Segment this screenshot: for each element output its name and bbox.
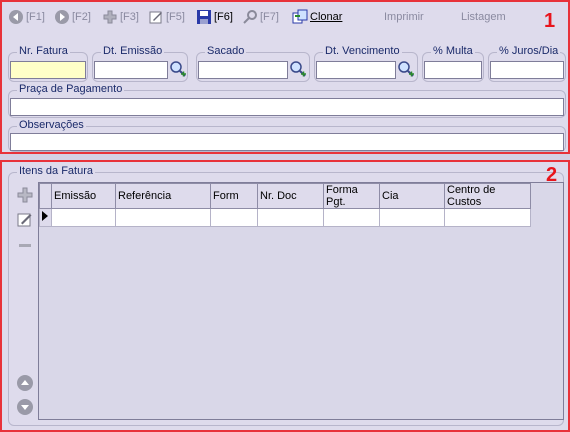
table-cell[interactable]: [51, 208, 116, 227]
praca-input[interactable]: [10, 98, 564, 116]
column-header-cia[interactable]: Cia: [379, 183, 445, 209]
table-cell[interactable]: [444, 208, 531, 227]
forward-arrow-icon: [55, 10, 69, 24]
nr-fatura-input[interactable]: [10, 61, 86, 79]
save-button-label: [F6]: [214, 11, 233, 23]
items-title: Itens da Fatura: [17, 165, 95, 177]
key-search-icon: [243, 10, 257, 24]
multa-label: % Multa: [431, 45, 475, 57]
dt-emissao-label: Dt. Emissão: [101, 45, 165, 57]
dt-emissao-input[interactable]: [94, 61, 168, 79]
forward-button-label: [F2]: [72, 11, 91, 23]
search-button-label: [F7]: [260, 11, 279, 23]
column-header-forma-pgt[interactable]: Forma Pgt.: [323, 183, 380, 209]
move-down-arrow-down-icon[interactable]: [16, 398, 34, 416]
dt-vencimento-input[interactable]: [316, 61, 396, 79]
add-button-label: [F3]: [120, 11, 139, 23]
multa-input[interactable]: [424, 61, 482, 79]
column-header-centro-custos[interactable]: Centro de Custos: [444, 183, 531, 209]
forward-button[interactable]: [F2]: [54, 8, 91, 26]
sacado-input[interactable]: [198, 61, 288, 79]
current-row-indicator: [39, 208, 52, 227]
print-button[interactable]: Imprimir: [384, 8, 424, 26]
print-button-label: Imprimir: [384, 11, 424, 23]
column-header-nr-doc[interactable]: Nr. Doc: [257, 183, 324, 209]
clone-icon: [292, 9, 308, 24]
list-button-label: Listagem: [461, 11, 506, 23]
table-cell[interactable]: [379, 208, 445, 227]
praca-label: Praça de Pagamento: [17, 83, 125, 95]
list-button[interactable]: Listagem: [461, 8, 506, 26]
table-cell[interactable]: [323, 208, 380, 227]
section-marker-1: 1: [544, 10, 556, 32]
nr-fatura-label: Nr. Fatura: [17, 45, 70, 57]
remove-item-minus-icon[interactable]: [16, 236, 34, 254]
table-cell[interactable]: [210, 208, 258, 227]
back-button-label: [F1]: [26, 11, 45, 23]
row-pointer-icon: [42, 211, 48, 221]
add-button[interactable]: [F3]: [102, 8, 139, 26]
items-grid[interactable]: Emissão Referência Form Nr. Doc Forma Pg…: [38, 182, 564, 420]
invoice-items-panel: Itens da Fatura 2 Emissão Referência For…: [0, 160, 570, 432]
row-indicator-header: [39, 183, 52, 209]
back-button[interactable]: [F1]: [8, 8, 45, 26]
sacado-label: Sacado: [205, 45, 247, 57]
search-button[interactable]: [F7]: [242, 8, 279, 26]
clone-button[interactable]: Clonar: [292, 8, 342, 26]
column-header-emissao[interactable]: Emissão: [51, 183, 116, 209]
column-header-form[interactable]: Form: [210, 183, 258, 209]
clone-button-label: Clonar: [310, 11, 343, 23]
dt-vencimento-magnifier-icon[interactable]: [397, 60, 415, 78]
move-up-arrow-up-icon[interactable]: [16, 374, 34, 392]
juros-label: % Juros/Dia: [497, 45, 561, 57]
edit-button-label: [F5]: [166, 11, 185, 23]
column-header-referencia[interactable]: Referência: [115, 183, 211, 209]
back-arrow-icon: [9, 10, 23, 24]
pencil-icon: [149, 11, 162, 24]
items-table: Emissão Referência Form Nr. Doc Forma Pg…: [39, 183, 531, 227]
items-header-row: Emissão Referência Form Nr. Doc Forma Pg…: [39, 183, 531, 209]
edit-button[interactable]: [F5]: [148, 8, 185, 26]
save-button[interactable]: [F6]: [196, 8, 233, 26]
table-cell[interactable]: [115, 208, 211, 227]
dt-vencimento-label: Dt. Vencimento: [323, 45, 402, 57]
edit-item-pencil-icon[interactable]: [16, 210, 34, 228]
add-item-plus-icon[interactable]: [16, 186, 34, 204]
invoice-header-panel: [F1] [F2] [F3] [F5] [F6] [F7] Clonar Imp…: [0, 0, 570, 154]
juros-input[interactable]: [490, 61, 564, 79]
dt-emissao-magnifier-icon[interactable]: [169, 60, 187, 78]
plus-icon: [103, 10, 117, 24]
observacoes-input[interactable]: [10, 133, 564, 151]
observacoes-label: Observações: [17, 119, 86, 131]
floppy-disk-icon: [197, 10, 211, 24]
table-row[interactable]: [39, 208, 531, 227]
sacado-magnifier-icon[interactable]: [289, 60, 307, 78]
table-cell[interactable]: [257, 208, 324, 227]
